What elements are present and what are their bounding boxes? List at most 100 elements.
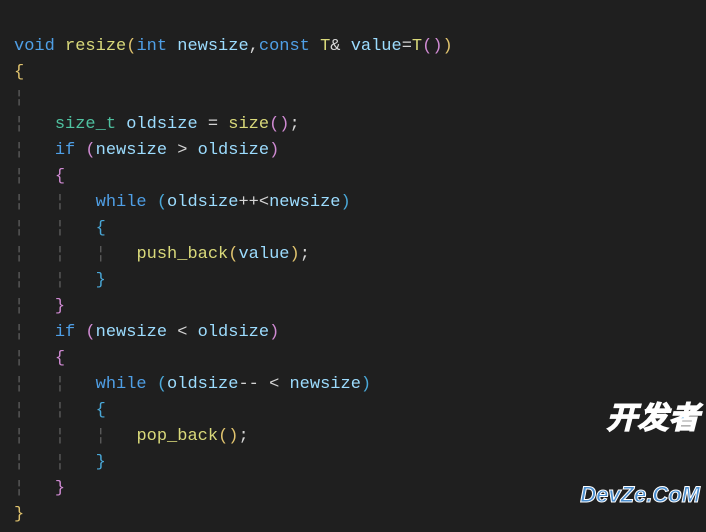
- indent-guide: ¦: [14, 401, 24, 420]
- paren-open: (: [157, 193, 167, 212]
- keyword-int: int: [136, 37, 167, 56]
- watermark-cn: 开发者: [580, 404, 700, 434]
- var-oldsize: oldsize: [198, 323, 269, 342]
- keyword-if: if: [55, 141, 75, 160]
- code-line: ¦ size_t oldsize = size();: [14, 115, 300, 134]
- op-lt: <: [177, 323, 187, 342]
- indent-guide: ¦: [14, 427, 24, 446]
- paren-close: ): [361, 375, 371, 394]
- code-line: ¦ }: [14, 297, 65, 316]
- paren-close: ): [228, 427, 238, 446]
- code-line: {: [14, 63, 24, 82]
- indent-guide: ¦: [14, 271, 24, 290]
- indent-guide: ¦: [14, 89, 24, 108]
- brace-open: {: [96, 219, 106, 238]
- var-newsize: newsize: [96, 323, 167, 342]
- watermark-en: DevZe.CoM: [580, 484, 700, 506]
- code-block: void resize(int newsize,const T& value=T…: [0, 0, 706, 532]
- indent-guide: ¦: [14, 375, 24, 394]
- type-T: T: [320, 37, 330, 56]
- param-value: value: [351, 37, 402, 56]
- eq: =: [402, 37, 412, 56]
- var-oldsize: oldsize: [167, 375, 238, 394]
- paren-close: ): [279, 115, 289, 134]
- paren-close: ): [269, 323, 279, 342]
- paren-close: ): [432, 37, 442, 56]
- indent-guide: ¦: [55, 219, 65, 238]
- code-line: void resize(int newsize,const T& value=T…: [14, 37, 453, 56]
- paren-close: ): [443, 37, 453, 56]
- indent-guide: ¦: [55, 245, 65, 264]
- fn-pop_back: pop_back: [136, 427, 218, 446]
- indent-guide: ¦: [14, 453, 24, 472]
- indent-guide: ¦: [14, 193, 24, 212]
- indent-guide: ¦: [14, 245, 24, 264]
- var-newsize: newsize: [96, 141, 167, 160]
- fn-size: size: [228, 115, 269, 134]
- op-gt: >: [177, 141, 187, 160]
- paren-open: (: [228, 245, 238, 264]
- indent-guide: ¦: [96, 245, 106, 264]
- code-line: ¦ ¦ }: [14, 453, 106, 472]
- code-line: ¦ if (newsize < oldsize): [14, 323, 279, 342]
- brace-close: }: [96, 271, 106, 290]
- code-line: ¦ if (newsize > oldsize): [14, 141, 279, 160]
- paren-open: (: [157, 375, 167, 394]
- op-lt: <: [269, 375, 279, 394]
- keyword-void: void: [14, 37, 55, 56]
- paren-open: (: [269, 115, 279, 134]
- keyword-if: if: [55, 323, 75, 342]
- fn-resize: resize: [65, 37, 126, 56]
- paren-open: (: [126, 37, 136, 56]
- var-oldsize: oldsize: [126, 115, 197, 134]
- op-incr-lt: ++<: [238, 193, 269, 212]
- paren-close: ): [269, 141, 279, 160]
- code-line: ¦ {: [14, 349, 65, 368]
- indent-guide: ¦: [14, 141, 24, 160]
- brace-open: {: [14, 63, 24, 82]
- op-decr: --: [238, 375, 258, 394]
- indent-guide: ¦: [55, 375, 65, 394]
- paren-open: (: [85, 141, 95, 160]
- code-line: ¦ ¦ }: [14, 271, 106, 290]
- indent-guide: ¦: [14, 167, 24, 186]
- indent-guide: ¦: [14, 219, 24, 238]
- indent-guide: ¦: [96, 427, 106, 446]
- keyword-while: while: [96, 375, 147, 394]
- arg-value: value: [238, 245, 289, 264]
- var-oldsize: oldsize: [167, 193, 238, 212]
- code-line: ¦ ¦ ¦ push_back(value);: [14, 245, 310, 264]
- code-line: ¦: [14, 89, 24, 108]
- call-T: T: [412, 37, 422, 56]
- brace-close: }: [55, 479, 65, 498]
- brace-close: }: [55, 297, 65, 316]
- code-line: ¦ }: [14, 479, 65, 498]
- indent-guide: ¦: [14, 479, 24, 498]
- indent-guide: ¦: [14, 297, 24, 316]
- paren-open: (: [85, 323, 95, 342]
- brace-open: {: [96, 401, 106, 420]
- code-line: ¦ ¦ {: [14, 219, 106, 238]
- brace-open: {: [55, 349, 65, 368]
- brace-open: {: [55, 167, 65, 186]
- paren-close: ): [289, 245, 299, 264]
- keyword-while: while: [96, 193, 147, 212]
- indent-guide: ¦: [55, 193, 65, 212]
- paren-close: ): [341, 193, 351, 212]
- brace-close: }: [14, 505, 24, 524]
- indent-guide: ¦: [55, 271, 65, 290]
- code-line: ¦ ¦ ¦ pop_back();: [14, 427, 249, 446]
- var-newsize: newsize: [269, 193, 340, 212]
- amp: &: [330, 37, 340, 56]
- keyword-const: const: [259, 37, 310, 56]
- code-line: ¦ ¦ while (oldsize-- < newsize): [14, 375, 371, 394]
- code-line: ¦ ¦ while (oldsize++<newsize): [14, 193, 351, 212]
- paren-open: (: [218, 427, 228, 446]
- code-line: ¦ {: [14, 167, 65, 186]
- indent-guide: ¦: [14, 115, 24, 134]
- param-newsize: newsize: [177, 37, 248, 56]
- var-newsize: newsize: [289, 375, 360, 394]
- code-line: ¦ ¦ {: [14, 401, 106, 420]
- indent-guide: ¦: [14, 323, 24, 342]
- brace-close: }: [96, 453, 106, 472]
